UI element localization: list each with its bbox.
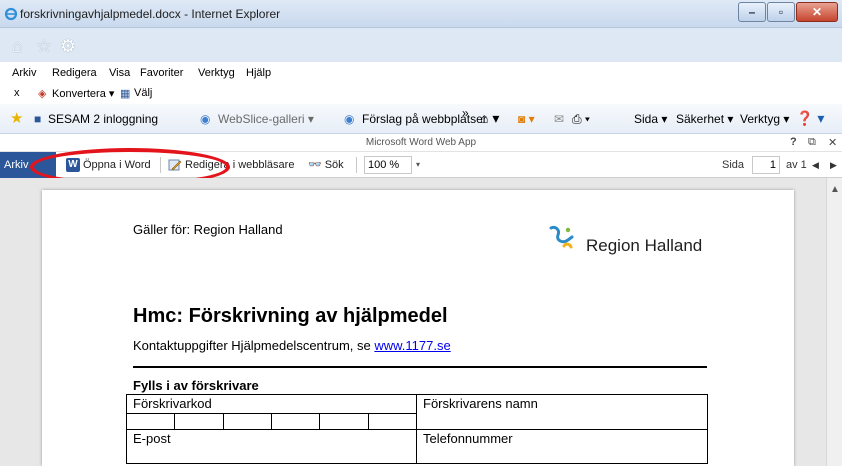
webslice-icon: ◉ — [200, 112, 211, 126]
browser-command-row: ⌂ ☆ ⚙ — [0, 28, 842, 62]
page-count: av 1 — [786, 159, 807, 171]
convert-button[interactable]: Konvertera ▾ — [52, 87, 114, 100]
phone-cell[interactable]: Telefonnummer — [416, 429, 708, 464]
window-title: forskrivningavhjalpmedel.docx - Internet… — [20, 7, 281, 21]
menu-arkiv[interactable]: Arkiv — [12, 67, 36, 79]
print-icon[interactable]: ⎙ ▾ — [572, 112, 590, 127]
binoculars-icon: 👓 — [308, 159, 322, 171]
close-app-button[interactable]: ✕ — [828, 136, 837, 149]
sesam-icon: ■ — [34, 112, 42, 126]
favorite-sesam[interactable]: SESAM 2 inloggning — [48, 112, 158, 126]
toolbar-divider — [356, 157, 357, 173]
email-cell[interactable]: E-post — [126, 429, 417, 464]
menu-bar: Arkiv Redigera Visa Favoriter Verktyg Hj… — [0, 62, 842, 82]
help-icon[interactable]: ❓ ▾ — [796, 110, 824, 127]
search-label: Sök — [324, 158, 344, 171]
region-halland-logo-icon — [549, 226, 574, 249]
email-label: E-post — [133, 431, 171, 446]
menu-hjalp[interactable]: Hjälp — [246, 67, 271, 79]
help-button[interactable]: ? — [790, 136, 797, 148]
menu-favoriter[interactable]: Favoriter — [140, 67, 183, 79]
close-window-button[interactable]: ✕ — [796, 2, 838, 22]
favorites-star-icon[interactable]: ★ — [10, 109, 23, 127]
page-label: Sida — [722, 159, 745, 171]
select-icon: ▦ — [120, 88, 131, 100]
select-button[interactable]: Välj — [134, 87, 152, 99]
zoom-input[interactable]: 100 % — [364, 156, 412, 174]
prescriber-code-boxes[interactable] — [127, 413, 416, 429]
prescriber-code-cell[interactable]: Förskrivarkod — [126, 394, 417, 430]
pdf-convert-icon: ◈ — [38, 88, 47, 100]
applies-to-text: Gäller för: Region Halland — [133, 222, 283, 237]
prescriber-code-label: Förskrivarkod — [133, 396, 212, 411]
contact-link[interactable]: www.1177.se — [374, 338, 450, 353]
vertical-scrollbar[interactable]: ▲ — [826, 178, 842, 466]
menu-visa[interactable]: Visa — [109, 67, 130, 79]
contact-line: Kontaktuppgifter Hjälpmedelscentrum, se … — [133, 338, 451, 353]
home-icon[interactable]: ⌂ — [12, 36, 23, 57]
prescriber-name-label: Förskrivarens namn — [423, 396, 538, 411]
safety-menu[interactable]: Säkerhet ▾ — [676, 112, 733, 126]
prescriber-name-cell[interactable]: Förskrivarens namn — [416, 394, 708, 430]
maximize-button[interactable]: ▫ — [767, 2, 795, 22]
horizontal-rule — [133, 366, 707, 368]
internet-explorer-icon — [4, 7, 18, 21]
prescriber-form-table: Förskrivarkod Förskrivarens namn E-post … — [126, 394, 708, 464]
page-menu[interactable]: Sida ▾ — [634, 112, 667, 126]
favorites-bar: ★ ■ SESAM 2 inloggning ◉ WebSlice-galler… — [0, 104, 842, 134]
rss-icon[interactable]: ◙ ▾ — [518, 112, 535, 126]
zoom-dropdown-icon[interactable]: ▾ — [412, 156, 424, 174]
window-titlebar: forskrivningavhjalpmedel.docx - Internet… — [0, 0, 842, 28]
popout-icon[interactable]: ⧉ — [808, 136, 816, 149]
favorite-webslice[interactable]: WebSlice-galleri ▾ — [218, 112, 314, 126]
contact-text: Kontaktuppgifter Hjälpmedelscentrum, se — [133, 338, 375, 353]
previous-page-icon[interactable]: ◀ — [812, 160, 819, 171]
gear-icon[interactable]: ⚙ — [60, 36, 76, 57]
close-toolbar-icon[interactable]: x — [14, 87, 20, 99]
next-page-icon[interactable]: ▶ — [830, 160, 837, 171]
phone-label: Telefonnummer — [423, 431, 513, 446]
app-title: Microsoft Word Web App — [365, 137, 477, 148]
logo-text: Region Halland — [586, 236, 703, 255]
tools-menu[interactable]: Verktyg ▾ — [740, 112, 789, 126]
home-command-icon[interactable]: ⌂ ▾ — [480, 110, 499, 127]
minimize-button[interactable]: – — [738, 2, 766, 22]
suggested-sites-icon: ◉ — [344, 112, 355, 126]
menu-verktyg[interactable]: Verktyg — [198, 67, 235, 79]
page-number-input[interactable]: 1 — [752, 156, 780, 174]
scroll-up-icon[interactable]: ▲ — [830, 184, 840, 195]
mail-icon[interactable]: ✉ — [554, 112, 564, 126]
section-heading: Fylls i av förskrivare — [133, 378, 259, 393]
favorites-overflow[interactable]: » — [462, 106, 469, 120]
document-title: Hmc: Förskrivning av hjälpmedel — [133, 305, 448, 327]
search-button[interactable]: 👓 Sök — [308, 158, 344, 172]
star-icon[interactable]: ☆ — [36, 36, 52, 57]
menu-redigera[interactable]: Redigera — [52, 67, 97, 79]
convert-toolbar: x ◈ Konvertera ▾ ▦ Välj — [0, 82, 842, 104]
